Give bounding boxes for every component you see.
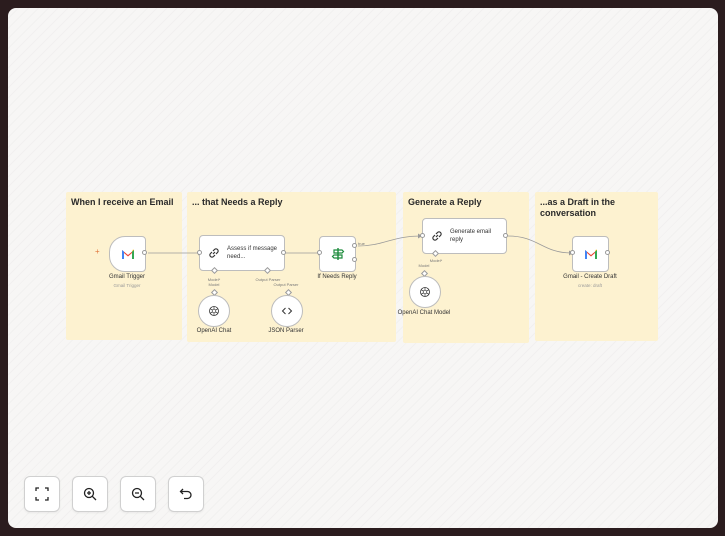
node-if-needs-reply[interactable]: [319, 236, 356, 272]
zoom-out-icon: [131, 487, 145, 501]
undo-icon: [179, 488, 192, 500]
generate-input-handle[interactable]: [420, 233, 425, 238]
node-json-parser[interactable]: [271, 295, 303, 327]
node-gmail-trigger[interactable]: [109, 236, 146, 272]
if-needs-reply-label: If Needs Reply: [317, 274, 357, 280]
zoom-out-button[interactable]: [120, 476, 156, 512]
node-gmail-create-draft[interactable]: [572, 236, 609, 272]
trigger-plus-icon[interactable]: +: [95, 247, 100, 256]
json-parser-label: JSON Parser: [268, 328, 304, 334]
gmail-icon: [584, 249, 597, 259]
generate-node-label: Generate email reply: [450, 229, 492, 243]
gmail-draft-label: Gmail - Create Draft: [563, 274, 617, 280]
gmail-icon: [121, 249, 134, 259]
openai-icon: [420, 287, 430, 297]
code-brackets-icon: [281, 307, 293, 315]
node-assess-message[interactable]: Assess if message need...: [199, 235, 285, 271]
sticky-title: ... that Needs a Reply: [192, 197, 283, 207]
if-true-output-handle[interactable]: [352, 243, 357, 248]
gmail-draft-sublabel: create: draft: [577, 283, 602, 288]
openai-icon: [209, 306, 219, 316]
gmail-trigger-sublabel: Gmail Trigger: [113, 283, 141, 288]
sticky-title: When I receive an Email: [71, 197, 174, 207]
if-true-label: true: [358, 241, 365, 246]
openai-chat-label: OpenAI Chat: [196, 328, 232, 334]
gmail-draft-input-handle[interactable]: [570, 250, 575, 255]
node-openai-chat[interactable]: [198, 295, 230, 327]
link-chain-icon: [432, 231, 442, 241]
generate-output-handle[interactable]: [503, 233, 508, 238]
undo-button[interactable]: [168, 476, 204, 512]
assess-node-label: Assess if message need...: [227, 246, 278, 260]
openai-chat-model-label: OpenAI Chat Model: [397, 310, 451, 316]
assess-input-handle[interactable]: [197, 250, 202, 255]
assess-output-port-sublabel: Output Parser: [273, 282, 299, 287]
node-openai-chat-model[interactable]: [409, 276, 441, 308]
fit-view-button[interactable]: [24, 476, 60, 512]
sticky-title: ...as a Draft in the conversation: [540, 197, 616, 218]
assess-model-port-sublabel: Model: [208, 282, 220, 287]
generate-model-port-sublabel: Model: [418, 263, 430, 268]
assess-output-handle[interactable]: [281, 250, 286, 255]
gmail-draft-output-handle[interactable]: [605, 250, 610, 255]
gmail-trigger-label: Gmail Trigger: [108, 274, 145, 280]
link-chain-icon: [209, 248, 219, 258]
if-branch-icon: [331, 248, 344, 260]
workflow-canvas[interactable]: When I receive an Email ... that Needs a…: [8, 8, 718, 528]
if-false-output-handle[interactable]: [352, 257, 357, 262]
if-input-handle[interactable]: [317, 250, 322, 255]
node-generate-email-reply[interactable]: Generate email reply: [422, 218, 507, 254]
zoom-in-icon: [83, 487, 97, 501]
gmail-trigger-output-handle[interactable]: [142, 250, 147, 255]
sticky-title: Generate a Reply: [408, 197, 482, 207]
zoom-in-button[interactable]: [72, 476, 108, 512]
fit-view-icon: [35, 487, 49, 501]
